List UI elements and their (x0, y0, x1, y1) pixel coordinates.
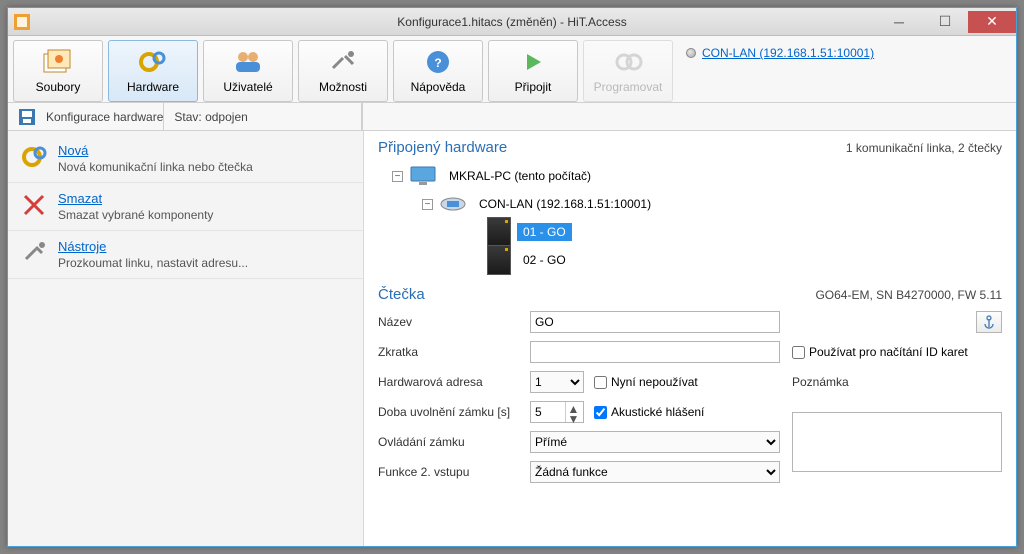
input-zkratka[interactable] (530, 341, 780, 363)
sidebar-item-nova[interactable]: Nová Nová komunikační linka nebo čtečka (8, 135, 363, 183)
hw-section-title: Připojený hardware (378, 139, 507, 156)
label-lockctrl: Ovládání zámku (378, 435, 518, 449)
sub-toolbar: Konfigurace hardware Stav: odpojen (8, 103, 1016, 131)
maximize-button[interactable]: ☐ (922, 11, 968, 33)
connection-link[interactable]: CON-LAN (192.168.1.51:10001) (702, 46, 874, 60)
users-icon (232, 48, 264, 76)
app-icon (14, 14, 30, 30)
sidebar-item-nastroje[interactable]: Nástroje Prozkoumat linku, nastavit adre… (8, 231, 363, 279)
label-hwaddr: Hardwarová adresa (378, 375, 518, 389)
hw-summary: 1 komunikační linka, 2 čtečky (846, 141, 1002, 155)
check-use-cards[interactable] (792, 346, 805, 359)
reader-section-title: Čtečka (378, 286, 425, 303)
delete-icon (20, 191, 48, 219)
toolbar-moznosti[interactable]: Možnosti (298, 40, 388, 102)
sidebar-link-nastroje[interactable]: Nástroje (58, 239, 106, 254)
toolbar-hardware[interactable]: Hardware (108, 40, 198, 102)
sidebar-desc: Smazat vybrané komponenty (58, 208, 213, 222)
action-sidebar: Nová Nová komunikační linka nebo čtečka … (8, 131, 364, 546)
sidebar-link-smazat[interactable]: Smazat (58, 191, 102, 206)
select-hwaddr[interactable]: 1 (530, 371, 584, 393)
main-toolbar: Soubory Hardware Uživatelé Možnosti ? Ná… (8, 36, 1016, 103)
label-zkratka: Zkratka (378, 345, 518, 359)
sidebar-desc: Nová komunikační linka nebo čtečka (58, 160, 253, 174)
select-lockctrl[interactable]: Přímé (530, 431, 780, 453)
sidebar-item-smazat[interactable]: Smazat Smazat vybrané komponenty (8, 183, 363, 231)
reader-info: GO64-EM, SN B4270000, FW 5.11 (815, 288, 1002, 302)
label-note: Poznámka (792, 375, 1002, 389)
spin-down-icon[interactable]: ▼ (566, 412, 581, 422)
sidebar-desc: Prozkoumat linku, nastavit adresu... (58, 256, 248, 270)
files-icon (42, 48, 74, 76)
app-window: Konfigurace1.hitacs (změněn) - HiT.Acces… (7, 7, 1017, 547)
connection-indicator: CON-LAN (192.168.1.51:10001) (678, 40, 1011, 102)
textarea-note[interactable] (792, 412, 1002, 472)
check-acoustic[interactable] (594, 406, 607, 419)
toolbar-soubory[interactable]: Soubory (13, 40, 103, 102)
options-icon (327, 48, 359, 76)
window-title: Konfigurace1.hitacs (změněn) - HiT.Acces… (8, 15, 1016, 29)
main-panel: Připojený hardware 1 komunikační linka, … (364, 131, 1016, 546)
reader-icon (487, 245, 511, 275)
anchor-button[interactable] (976, 311, 1002, 333)
toolbar-programovat[interactable]: Programovat (583, 40, 673, 102)
new-icon (20, 143, 48, 171)
label-nazev: Název (378, 315, 518, 329)
spin-up-icon[interactable]: ▲ (566, 402, 581, 412)
collapse-icon[interactable]: − (422, 199, 433, 210)
svg-text:?: ? (434, 56, 441, 70)
hardware-icon (137, 48, 169, 76)
toolbar-uzivatele[interactable]: Uživatelé (203, 40, 293, 102)
toolbar-napoveda[interactable]: ? Nápověda (393, 40, 483, 102)
minimize-button[interactable]: ─ (876, 11, 922, 33)
title-bar: Konfigurace1.hitacs (změněn) - HiT.Acces… (8, 8, 1016, 36)
hardware-tree: − MKRAL-PC (tento počítač) − CON-LAN (19… (392, 162, 1002, 274)
program-icon (612, 48, 644, 76)
check-not-use[interactable] (594, 376, 607, 389)
save-button[interactable] (12, 105, 42, 129)
close-button[interactable]: ✕ (968, 11, 1016, 33)
label-func2: Funkce 2. vstupu (378, 465, 518, 479)
tools-icon (20, 239, 48, 267)
label-unlock: Doba uvolnění zámku [s] (378, 405, 518, 419)
connect-icon (517, 48, 549, 76)
sidebar-link-nova[interactable]: Nová (58, 143, 88, 158)
toolbar-pripojit[interactable]: Připojit (488, 40, 578, 102)
tree-link[interactable]: − CON-LAN (192.168.1.51:10001) (422, 190, 1002, 218)
computer-icon (409, 166, 437, 186)
reader-icon (487, 217, 511, 247)
connection-state: Stav: odpojen (164, 103, 362, 130)
tree-root[interactable]: − MKRAL-PC (tento počítač) (392, 162, 1002, 190)
help-icon: ? (422, 48, 454, 76)
spin-unlock[interactable]: ▲▼ (530, 401, 584, 423)
tree-reader-1[interactable]: 01 - GO (487, 218, 1002, 246)
input-nazev[interactable] (530, 311, 780, 333)
status-led-icon (686, 48, 696, 58)
collapse-icon[interactable]: − (392, 171, 403, 182)
converter-icon (439, 196, 467, 212)
select-func2[interactable]: Žádná funkce (530, 461, 780, 483)
tree-reader-2[interactable]: 02 - GO (487, 246, 1002, 274)
subbar-label: Konfigurace hardware (46, 110, 163, 124)
